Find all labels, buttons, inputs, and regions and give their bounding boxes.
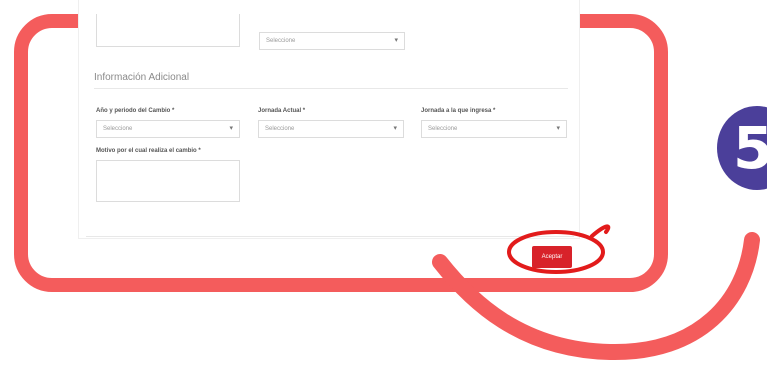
field-label-jornada-actual: Jornada Actual * [258,108,306,114]
chevron-down-icon: ▾ [556,125,560,132]
section-divider [94,88,568,89]
accept-button[interactable]: Aceptar [532,246,572,268]
previous-input[interactable] [96,14,240,47]
step-badge: 5 [717,106,767,190]
anio-select-value: Seleccione [103,126,133,132]
jornada-actual-select-value: Seleccione [265,126,295,132]
jornada-ingresa-select-value: Seleccione [428,126,458,132]
chevron-down-icon: ▾ [229,125,233,132]
field-label-jornada-ingresa: Jornada a la que ingresa * [421,108,496,114]
jornada-ingresa-select[interactable]: Seleccione ▾ [421,120,567,138]
motivo-label: Motivo por el cual realiza el cambio * [96,148,201,154]
jornada-actual-select[interactable]: Seleccione ▾ [258,120,404,138]
anio-select[interactable]: Seleccione ▾ [96,120,240,138]
motivo-textarea[interactable] [96,160,240,202]
chevron-down-icon: ▾ [393,125,397,132]
section-title: Información Adicional [94,72,190,83]
top-select[interactable]: Seleccione ▾ [259,32,405,50]
chevron-down-icon: ▾ [394,37,398,44]
footer-divider [86,236,574,237]
field-label-anio: Año y periodo del Cambio * [96,108,175,114]
top-select-value: Seleccione [266,38,296,44]
